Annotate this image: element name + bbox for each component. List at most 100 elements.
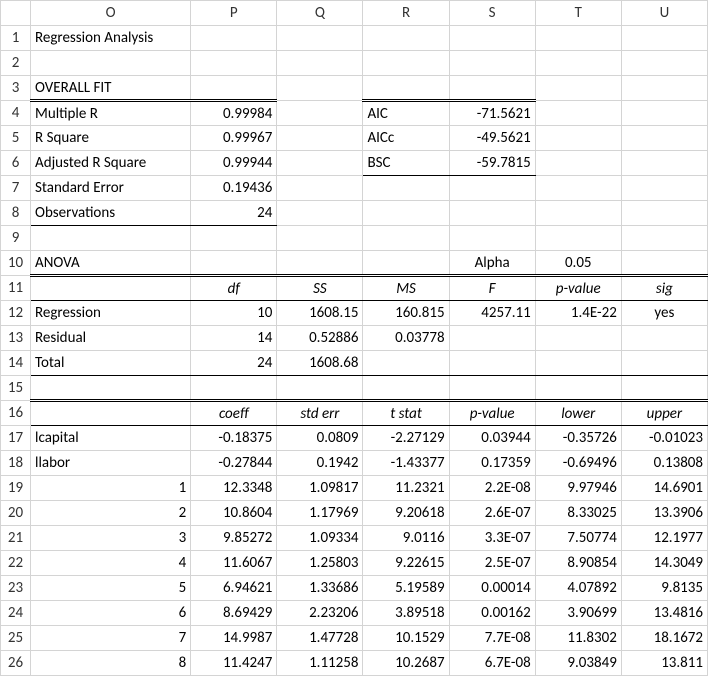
cell[interactable]: 11.4247: [191, 651, 277, 676]
row-header[interactable]: 7: [1, 176, 31, 201]
row-header[interactable]: 21: [1, 526, 31, 551]
anova-row-label[interactable]: Residual: [31, 326, 191, 351]
stat-label[interactable]: Standard Error: [31, 176, 191, 201]
cell[interactable]: 10.1529: [363, 626, 449, 651]
cell[interactable]: 1.47728: [277, 626, 363, 651]
cell[interactable]: 1608.15: [277, 301, 363, 326]
stat-label[interactable]: BSC: [363, 151, 449, 176]
coef-row-label[interactable]: llabor: [31, 451, 191, 476]
row-header[interactable]: 10: [1, 251, 31, 276]
cell[interactable]: 5.19589: [363, 576, 449, 601]
cell[interactable]: 0.00162: [449, 601, 535, 626]
cell[interactable]: 1.09817: [277, 476, 363, 501]
cell[interactable]: 9.22615: [363, 551, 449, 576]
cell[interactable]: 3.3E-07: [449, 526, 535, 551]
coef-row-label[interactable]: 3: [31, 526, 191, 551]
coef-row-label[interactable]: 4: [31, 551, 191, 576]
stat-value[interactable]: -49.5621: [449, 126, 535, 151]
cell[interactable]: 0.03944: [449, 426, 535, 451]
cell[interactable]: -2.27129: [363, 426, 449, 451]
stat-value[interactable]: -71.5621: [449, 101, 535, 126]
cell[interactable]: 0.1942: [277, 451, 363, 476]
cell[interactable]: 12.3348: [191, 476, 277, 501]
cell[interactable]: 10.2687: [363, 651, 449, 676]
cell[interactable]: -1.43377: [363, 451, 449, 476]
anova-col-header[interactable]: sig: [621, 276, 707, 301]
title-cell[interactable]: Regression Analysis: [31, 26, 191, 51]
alpha-label[interactable]: Alpha: [449, 251, 535, 276]
row-header[interactable]: 5: [1, 126, 31, 151]
stat-value[interactable]: -59.7815: [449, 151, 535, 176]
col-header[interactable]: S: [449, 1, 535, 26]
cell[interactable]: 7.50774: [535, 526, 621, 551]
coef-col-header[interactable]: p-value: [449, 401, 535, 426]
stat-label[interactable]: Observations: [31, 201, 191, 226]
cell[interactable]: 8.69429: [191, 601, 277, 626]
row-header[interactable]: 20: [1, 501, 31, 526]
cell[interactable]: -0.27844: [191, 451, 277, 476]
cell[interactable]: 12.1977: [621, 526, 707, 551]
cell[interactable]: 2.6E-07: [449, 501, 535, 526]
cell[interactable]: 14: [191, 326, 277, 351]
cell[interactable]: 3.89518: [363, 601, 449, 626]
cell[interactable]: -0.18375: [191, 426, 277, 451]
row-header[interactable]: 16: [1, 401, 31, 426]
cell[interactable]: -0.69496: [535, 451, 621, 476]
cell[interactable]: 160.815: [363, 301, 449, 326]
stat-label[interactable]: Multiple R: [31, 101, 191, 126]
row-header[interactable]: 3: [1, 76, 31, 101]
cell[interactable]: 1.33686: [277, 576, 363, 601]
row-header[interactable]: 14: [1, 351, 31, 376]
cell[interactable]: 9.03849: [535, 651, 621, 676]
stat-value[interactable]: 24: [191, 201, 277, 226]
cell[interactable]: 1.11258: [277, 651, 363, 676]
coef-row-label[interactable]: 5: [31, 576, 191, 601]
row-header[interactable]: 1: [1, 26, 31, 51]
col-header[interactable]: T: [535, 1, 621, 26]
cell[interactable]: 2.2E-08: [449, 476, 535, 501]
coef-row-label[interactable]: 2: [31, 501, 191, 526]
stat-label[interactable]: Adjusted R Square: [31, 151, 191, 176]
cell[interactable]: 8.90854: [535, 551, 621, 576]
cell[interactable]: 13.3906: [621, 501, 707, 526]
stat-value[interactable]: 0.99984: [191, 101, 277, 126]
row-header[interactable]: 8: [1, 201, 31, 226]
coef-row-label[interactable]: 6: [31, 601, 191, 626]
corner-cell[interactable]: [1, 1, 31, 26]
row-header[interactable]: 6: [1, 151, 31, 176]
cell[interactable]: 8.33025: [535, 501, 621, 526]
cell[interactable]: 1.4E-22: [535, 301, 621, 326]
cell[interactable]: 9.20618: [363, 501, 449, 526]
cell[interactable]: 13.811: [621, 651, 707, 676]
row-header[interactable]: 4: [1, 101, 31, 126]
col-header[interactable]: O: [31, 1, 191, 26]
col-header[interactable]: Q: [277, 1, 363, 26]
stat-value[interactable]: 0.19436: [191, 176, 277, 201]
cell[interactable]: yes: [621, 301, 707, 326]
cell[interactable]: 3.90699: [535, 601, 621, 626]
cell[interactable]: 2.23206: [277, 601, 363, 626]
row-header[interactable]: 19: [1, 476, 31, 501]
cell[interactable]: 0.13808: [621, 451, 707, 476]
anova-col-header[interactable]: MS: [363, 276, 449, 301]
cell[interactable]: 11.6067: [191, 551, 277, 576]
stat-value[interactable]: 0.99967: [191, 126, 277, 151]
cell[interactable]: 2.5E-07: [449, 551, 535, 576]
cell[interactable]: 13.4816: [621, 601, 707, 626]
stat-label[interactable]: R Square: [31, 126, 191, 151]
cell[interactable]: 14.6901: [621, 476, 707, 501]
cell[interactable]: 0.17359: [449, 451, 535, 476]
alpha-value[interactable]: 0.05: [535, 251, 621, 276]
row-header[interactable]: 9: [1, 226, 31, 251]
row-header[interactable]: 2: [1, 51, 31, 76]
anova-row-label[interactable]: Total: [31, 351, 191, 376]
coef-row-label[interactable]: 1: [31, 476, 191, 501]
anova-row-label[interactable]: Regression: [31, 301, 191, 326]
cell[interactable]: 0.03778: [363, 326, 449, 351]
cell[interactable]: 9.97946: [535, 476, 621, 501]
cell[interactable]: -0.01023: [621, 426, 707, 451]
coef-col-header[interactable]: lower: [535, 401, 621, 426]
col-header[interactable]: P: [191, 1, 277, 26]
cell[interactable]: 10.8604: [191, 501, 277, 526]
row-header[interactable]: 11: [1, 276, 31, 301]
